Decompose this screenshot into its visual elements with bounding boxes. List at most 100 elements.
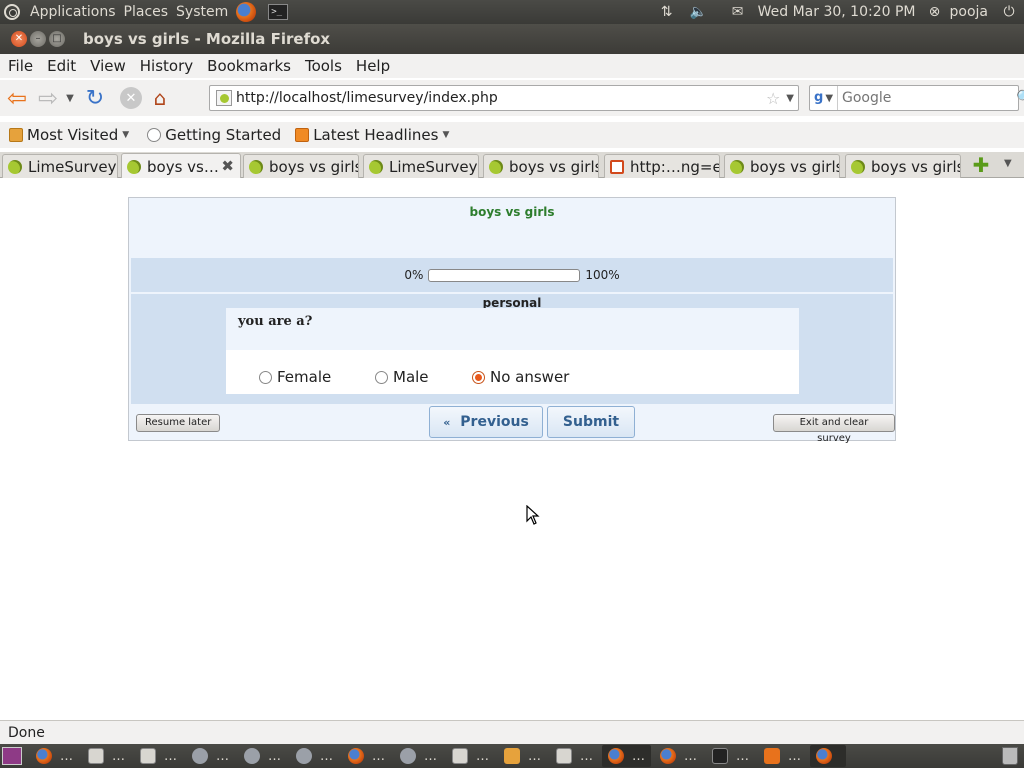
menu-edit[interactable]: Edit bbox=[39, 57, 82, 75]
taskbar-item[interactable]: … bbox=[446, 745, 495, 767]
window-maximize-button[interactable]: □ bbox=[49, 31, 65, 47]
firefox-icon bbox=[348, 748, 364, 764]
home-button[interactable]: ⌂ bbox=[147, 85, 173, 111]
show-desktop-icon[interactable] bbox=[2, 747, 22, 765]
tab-boys-vs-girls[interactable]: boys vs girls bbox=[845, 154, 961, 178]
places-menu[interactable]: Places bbox=[120, 0, 173, 24]
menu-history[interactable]: History bbox=[132, 57, 199, 75]
chevron-down-icon: ▼ bbox=[122, 130, 130, 140]
menu-help[interactable]: Help bbox=[348, 57, 396, 75]
window-close-button[interactable]: ✕ bbox=[11, 31, 27, 47]
search-input[interactable] bbox=[837, 86, 1017, 110]
terminal-icon bbox=[712, 748, 728, 764]
folder-icon bbox=[9, 128, 23, 142]
search-bar[interactable]: g ▼ 🔍 bbox=[809, 85, 1024, 111]
clock[interactable]: Wed Mar 30, 10:20 PM bbox=[754, 0, 920, 24]
window-minimize-button[interactable]: – bbox=[30, 31, 46, 47]
answer-male[interactable]: Male bbox=[375, 368, 429, 386]
archive-icon bbox=[88, 748, 104, 764]
firefox-launcher-icon[interactable] bbox=[236, 2, 257, 22]
taskbar-item[interactable]: … bbox=[654, 745, 703, 767]
tab-http-link[interactable]: http:…ng=en bbox=[604, 154, 720, 178]
taskbar-item[interactable]: … bbox=[82, 745, 131, 767]
network-icon[interactable]: ⇅ bbox=[658, 4, 676, 20]
trash-icon[interactable] bbox=[1002, 747, 1018, 765]
tab-boys-vs-girls[interactable]: boys vs girls bbox=[243, 154, 359, 178]
text-editor-icon bbox=[140, 748, 156, 764]
window-titlebar: ✕ – □ boys vs girls - Mozilla Firefox bbox=[0, 24, 1024, 54]
bookmark-most-visited[interactable]: Most Visited ▼ bbox=[7, 126, 131, 144]
tab-boys-vs-girls[interactable]: boys vs girls bbox=[483, 154, 599, 178]
radio-no-answer[interactable] bbox=[472, 370, 485, 384]
forward-button[interactable]: ⇨ bbox=[35, 84, 61, 112]
tab-list-dropdown-icon[interactable]: ▼ bbox=[1004, 158, 1012, 169]
bookmark-getting-started[interactable]: Getting Started bbox=[145, 126, 283, 144]
taskbar-item[interactable]: … bbox=[186, 745, 235, 767]
power-icon[interactable]: ⏻ bbox=[1000, 4, 1018, 20]
taskbar-item[interactable]: … bbox=[706, 745, 755, 767]
previous-button[interactable]: « Previous bbox=[429, 406, 543, 438]
tab-label: http:…ng=en bbox=[630, 157, 719, 176]
taskbar-item[interactable]: … bbox=[30, 745, 79, 767]
site-identity-icon[interactable] bbox=[216, 90, 232, 106]
applications-menu[interactable]: Applications bbox=[26, 0, 120, 24]
tab-limesurvey[interactable]: LimeSurvey bbox=[363, 154, 479, 178]
taskbar-item[interactable]: … bbox=[290, 745, 339, 767]
bookmark-star-icon[interactable]: ☆ bbox=[766, 89, 780, 108]
search-engine-dropdown-icon[interactable]: ▼ bbox=[825, 93, 833, 104]
question-group: personal you are a? Female Male No answe… bbox=[131, 294, 893, 404]
taskbar-item[interactable]: … bbox=[134, 745, 183, 767]
url-bar[interactable]: http://localhost/limesurvey/index.php ☆ … bbox=[209, 85, 799, 111]
bookmark-latest-headlines[interactable]: Latest Headlines ▼ bbox=[293, 126, 451, 144]
mail-icon[interactable]: ✉ bbox=[729, 4, 747, 20]
taskbar-item[interactable]: … bbox=[602, 745, 651, 767]
taskbar-item[interactable] bbox=[810, 745, 846, 767]
back-button[interactable]: ⇦ bbox=[4, 84, 30, 112]
url-dropdown-icon[interactable]: ▼ bbox=[786, 93, 794, 104]
exit-clear-survey-button[interactable]: Exit and clear survey bbox=[773, 414, 895, 444]
tab-limesurvey[interactable]: LimeSurvey bbox=[2, 154, 118, 178]
menu-view[interactable]: View bbox=[82, 57, 132, 75]
firefox-icon bbox=[608, 748, 624, 764]
answer-female[interactable]: Female bbox=[259, 368, 331, 386]
answer-no-answer[interactable]: No answer bbox=[472, 368, 569, 386]
taskbar-item[interactable]: … bbox=[238, 745, 287, 767]
taskbar-item[interactable]: … bbox=[758, 745, 807, 767]
ubuntu-logo-icon[interactable] bbox=[4, 4, 20, 20]
tab-close-icon[interactable]: ✖ bbox=[221, 157, 234, 175]
menu-tools[interactable]: Tools bbox=[297, 57, 348, 75]
taskbar-item[interactable]: … bbox=[394, 745, 443, 767]
search-magnifier-icon[interactable]: 🔍 bbox=[1016, 90, 1024, 106]
settings-icon bbox=[400, 748, 416, 764]
stop-button[interactable]: ✕ bbox=[120, 87, 142, 109]
resume-later-button[interactable]: Resume later bbox=[136, 414, 221, 432]
taskbar-item[interactable]: … bbox=[498, 745, 547, 767]
settings-icon bbox=[244, 748, 260, 764]
volume-icon[interactable]: 🔈 bbox=[690, 4, 708, 20]
terminal-launcher-icon[interactable]: >_ bbox=[268, 4, 289, 20]
tab-label: LimeSurvey bbox=[389, 157, 478, 176]
taskbar-item[interactable]: … bbox=[342, 745, 391, 767]
system-menu[interactable]: System bbox=[172, 0, 232, 24]
user-name[interactable]: pooja bbox=[946, 0, 993, 24]
tab-boys-vs-girls[interactable]: boys vs girls bbox=[724, 154, 840, 178]
progress-start-label: 0% bbox=[404, 268, 424, 282]
google-engine-icon[interactable]: g bbox=[814, 90, 823, 106]
history-dropdown-icon[interactable]: ▼ bbox=[63, 85, 77, 111]
url-text[interactable]: http://localhost/limesurvey/index.php bbox=[236, 90, 766, 106]
xampp-icon bbox=[610, 159, 624, 174]
user-status-icon[interactable]: ⊗ bbox=[926, 4, 944, 20]
radio-female[interactable] bbox=[259, 370, 272, 384]
radio-male[interactable] bbox=[375, 370, 388, 384]
reload-button[interactable]: ↻ bbox=[82, 85, 108, 111]
page-content: boys vs girls 0% 100% personal you are a… bbox=[0, 178, 1024, 720]
submit-button[interactable]: Submit bbox=[547, 406, 635, 438]
tab-boys-vs-girls-active[interactable]: boys vs… ✖ bbox=[121, 153, 241, 179]
mouse-cursor-icon bbox=[526, 505, 540, 525]
menu-bookmarks[interactable]: Bookmarks bbox=[199, 57, 297, 75]
chevron-down-icon: ▼ bbox=[442, 130, 450, 140]
bookmark-label: Most Visited bbox=[27, 126, 119, 144]
menu-file[interactable]: File bbox=[0, 57, 39, 75]
new-tab-icon[interactable]: ✚ bbox=[972, 155, 990, 175]
taskbar-item[interactable]: … bbox=[550, 745, 599, 767]
